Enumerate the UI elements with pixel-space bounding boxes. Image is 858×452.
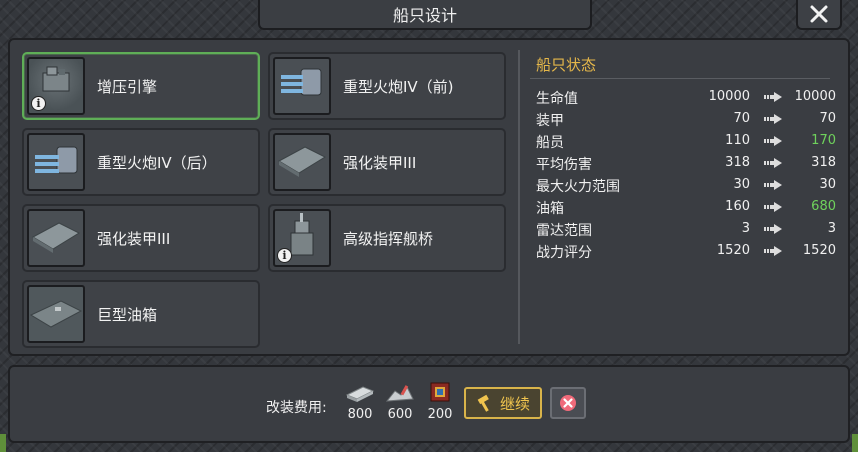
module-label: 增压引擎: [97, 77, 158, 96]
continue-label: 继续: [499, 394, 530, 413]
cost-value: 800: [347, 407, 373, 422]
cost-scrap: 600: [382, 381, 418, 422]
arrow-right-icon: [764, 224, 782, 234]
close-button[interactable]: [796, 0, 842, 30]
cancel-icon: [560, 395, 576, 411]
stat-before: 70: [733, 111, 750, 126]
ship-stats-list: 生命值 10000 10000 装甲 70 70 船员 110 170 平均伤害…: [536, 86, 836, 262]
stat-row-crew: 船员 110 170: [536, 130, 836, 152]
stat-row-armor: 装甲 70 70: [536, 108, 836, 130]
armor-plate-icon: [27, 209, 85, 267]
status-title-underline: [530, 78, 830, 79]
window-title-text: 船只设计: [392, 6, 457, 25]
stat-after: 10000: [794, 89, 836, 104]
stat-before: 10000: [708, 89, 750, 104]
stat-row-radar: 雷达范围 3 3: [536, 218, 836, 240]
cancel-button[interactable]: [550, 387, 586, 419]
close-icon: [810, 5, 828, 23]
stat-after: 170: [811, 133, 836, 148]
module-item-command-bridge[interactable]: i 高级指挥舰桥: [268, 204, 506, 272]
stat-row-max-range: 最大火力范围 30 30: [536, 174, 836, 196]
arrow-right-icon: [764, 114, 782, 124]
stat-name: 装甲: [536, 113, 564, 129]
module-item-reinforced-armor[interactable]: 强化装甲III: [268, 128, 506, 196]
panel-divider: [518, 50, 520, 344]
arrow-right-icon: [764, 180, 782, 190]
arrow-right-icon: [764, 136, 782, 146]
stat-before: 160: [725, 199, 750, 214]
arrow-right-icon: [764, 202, 782, 212]
module-label: 重型火炮IV（前): [343, 77, 454, 96]
continue-button[interactable]: 继续: [464, 387, 542, 419]
stat-row-avg-damage: 平均伤害 318 318: [536, 152, 836, 174]
module-label: 巨型油箱: [97, 305, 158, 324]
stat-before: 110: [725, 133, 750, 148]
module-item-giant-fuel-tank[interactable]: 巨型油箱: [22, 280, 260, 348]
hammer-icon: [477, 394, 489, 412]
stat-name: 战力评分: [536, 245, 592, 261]
stat-name: 船员: [536, 135, 564, 151]
module-item-reinforced-armor[interactable]: 强化装甲III: [22, 204, 260, 272]
arrow-right-icon: [764, 246, 782, 256]
stat-after: 3: [827, 221, 836, 236]
stat-after: 680: [811, 199, 836, 214]
stat-after: 70: [819, 111, 836, 126]
cost-value: 200: [427, 407, 453, 422]
stat-before: 30: [733, 177, 750, 192]
stat-name: 最大火力范围: [536, 179, 620, 195]
armor-plate-icon: [273, 133, 331, 191]
background-edge: [852, 434, 858, 452]
refit-cost-label: 改装费用:: [266, 400, 327, 416]
module-item-supercharged-engine[interactable]: i 增压引擎: [22, 52, 260, 120]
arrow-right-icon: [764, 92, 782, 102]
ship-design-panel: i 增压引擎 重型火炮IV（前) 重型火炮IV（后） 强化装甲III 强化装甲I…: [8, 38, 850, 356]
cost-steel: 800: [342, 381, 378, 422]
stat-before: 318: [725, 155, 750, 170]
heavy-cannon-icon: [27, 133, 85, 191]
arrow-right-icon: [764, 158, 782, 168]
engine-icon: i: [27, 57, 85, 115]
background-edge: [0, 434, 6, 452]
info-icon[interactable]: i: [277, 248, 292, 263]
steel-plate-icon: [345, 381, 375, 405]
ship-status-title: 船只状态: [536, 56, 597, 74]
stat-after: 318: [811, 155, 836, 170]
stat-name: 平均伤害: [536, 157, 592, 173]
fuel-tank-icon: [27, 285, 85, 343]
cost-value: 600: [387, 407, 413, 422]
stat-row-fuel: 油箱 160 680: [536, 196, 836, 218]
heavy-cannon-icon: [273, 57, 331, 115]
stat-before: 3: [741, 221, 750, 236]
module-item-heavy-cannon-front[interactable]: 重型火炮IV（前): [268, 52, 506, 120]
cost-chip: 200: [422, 381, 458, 422]
stat-after: 1520: [802, 243, 836, 258]
command-bridge-icon: i: [273, 209, 331, 267]
module-label: 强化装甲III: [343, 153, 417, 172]
module-label: 强化装甲III: [97, 229, 171, 248]
stat-name: 生命值: [536, 91, 578, 107]
stat-row-hp: 生命值 10000 10000: [536, 86, 836, 108]
stat-name: 油箱: [536, 201, 564, 217]
stat-before: 1520: [716, 243, 750, 258]
stat-row-power-score: 战力评分 1520 1520: [536, 240, 836, 262]
microchip-icon: [425, 381, 455, 405]
window-title: 船只设计: [258, 0, 592, 30]
info-icon[interactable]: i: [31, 96, 46, 111]
scrap-metal-icon: [385, 381, 415, 405]
stat-after: 30: [819, 177, 836, 192]
refit-cost-bar: 改装费用: 800 600 200 继续: [8, 365, 850, 443]
stat-name: 雷达范围: [536, 223, 592, 239]
module-item-heavy-cannon-rear[interactable]: 重型火炮IV（后）: [22, 128, 260, 196]
module-label: 重型火炮IV（后）: [97, 153, 217, 172]
module-label: 高级指挥舰桥: [343, 229, 434, 248]
